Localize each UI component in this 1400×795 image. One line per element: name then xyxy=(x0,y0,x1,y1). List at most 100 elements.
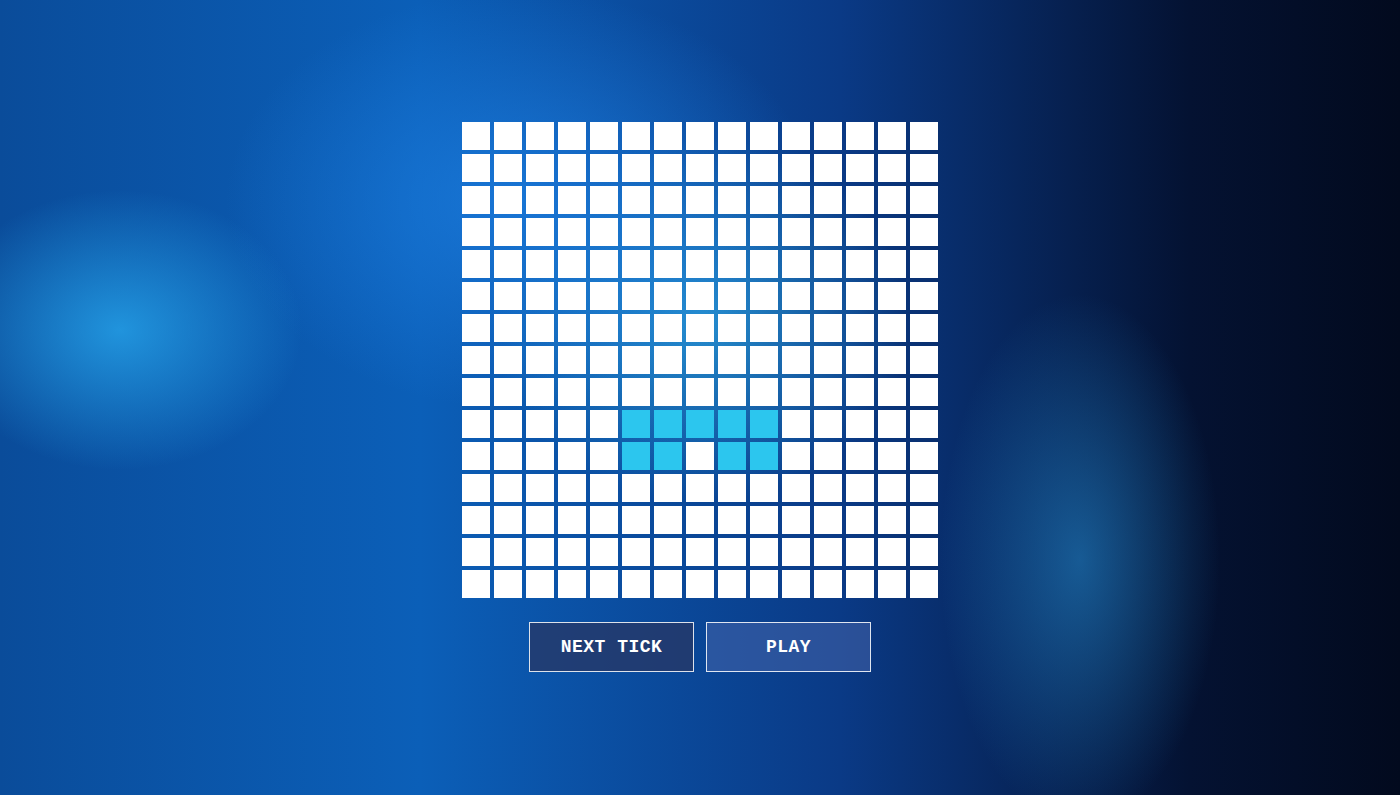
board-cell[interactable] xyxy=(846,122,874,150)
board-cell[interactable] xyxy=(910,346,938,374)
board-cell[interactable] xyxy=(462,346,490,374)
board-cell[interactable] xyxy=(622,282,650,310)
board-cell[interactable] xyxy=(846,186,874,214)
board-cell[interactable] xyxy=(782,570,810,598)
board-cell[interactable] xyxy=(782,506,810,534)
board-cell[interactable] xyxy=(718,378,746,406)
board-cell[interactable] xyxy=(814,314,842,342)
board-cell[interactable] xyxy=(686,474,714,502)
board-cell[interactable] xyxy=(814,506,842,534)
board-cell[interactable] xyxy=(590,474,618,502)
board-cell[interactable] xyxy=(526,378,554,406)
board-cell[interactable] xyxy=(814,474,842,502)
board-cell[interactable] xyxy=(590,538,618,566)
board-cell[interactable] xyxy=(846,506,874,534)
board-cell[interactable] xyxy=(494,186,522,214)
board-cell[interactable] xyxy=(558,378,586,406)
board-cell[interactable] xyxy=(558,570,586,598)
board-cell[interactable] xyxy=(686,346,714,374)
board-cell[interactable] xyxy=(878,250,906,278)
board-cell[interactable] xyxy=(494,410,522,438)
board-cell[interactable] xyxy=(686,538,714,566)
board-cell[interactable] xyxy=(878,186,906,214)
board-cell[interactable] xyxy=(750,218,778,246)
board-cell[interactable] xyxy=(526,538,554,566)
board-cell[interactable] xyxy=(494,122,522,150)
board-cell[interactable] xyxy=(750,410,778,438)
board-cell[interactable] xyxy=(878,410,906,438)
board-cell[interactable] xyxy=(654,154,682,182)
board-cell[interactable] xyxy=(782,250,810,278)
board-cell[interactable] xyxy=(462,410,490,438)
board-cell[interactable] xyxy=(910,442,938,470)
board-cell[interactable] xyxy=(558,346,586,374)
board-cell[interactable] xyxy=(686,410,714,438)
board-cell[interactable] xyxy=(622,378,650,406)
board-cell[interactable] xyxy=(590,250,618,278)
board-cell[interactable] xyxy=(526,570,554,598)
board-cell[interactable] xyxy=(494,538,522,566)
board-cell[interactable] xyxy=(654,186,682,214)
board-cell[interactable] xyxy=(910,250,938,278)
board-cell[interactable] xyxy=(846,346,874,374)
board-cell[interactable] xyxy=(590,506,618,534)
board-cell[interactable] xyxy=(846,474,874,502)
board-cell[interactable] xyxy=(846,218,874,246)
board-cell[interactable] xyxy=(558,154,586,182)
board-cell[interactable] xyxy=(558,218,586,246)
board-cell[interactable] xyxy=(718,314,746,342)
board-cell[interactable] xyxy=(910,154,938,182)
board-cell[interactable] xyxy=(814,250,842,278)
board-cell[interactable] xyxy=(558,442,586,470)
board-cell[interactable] xyxy=(590,154,618,182)
board-cell[interactable] xyxy=(814,346,842,374)
board-cell[interactable] xyxy=(782,474,810,502)
board-cell[interactable] xyxy=(718,154,746,182)
board-cell[interactable] xyxy=(558,250,586,278)
board-cell[interactable] xyxy=(878,506,906,534)
board-cell[interactable] xyxy=(462,250,490,278)
board-cell[interactable] xyxy=(814,378,842,406)
board-cell[interactable] xyxy=(750,378,778,406)
board-cell[interactable] xyxy=(782,186,810,214)
board-cell[interactable] xyxy=(686,282,714,310)
board-cell[interactable] xyxy=(494,570,522,598)
board-cell[interactable] xyxy=(462,314,490,342)
board-cell[interactable] xyxy=(558,186,586,214)
board-cell[interactable] xyxy=(750,474,778,502)
board-cell[interactable] xyxy=(622,250,650,278)
board-cell[interactable] xyxy=(814,154,842,182)
board-cell[interactable] xyxy=(782,218,810,246)
board-cell[interactable] xyxy=(462,186,490,214)
board-cell[interactable] xyxy=(526,410,554,438)
board-cell[interactable] xyxy=(462,474,490,502)
board-cell[interactable] xyxy=(846,250,874,278)
board-cell[interactable] xyxy=(750,154,778,182)
board-cell[interactable] xyxy=(622,218,650,246)
board-cell[interactable] xyxy=(814,218,842,246)
board-cell[interactable] xyxy=(718,282,746,310)
board-cell[interactable] xyxy=(622,474,650,502)
board-cell[interactable] xyxy=(782,346,810,374)
board-cell[interactable] xyxy=(654,314,682,342)
board-cell[interactable] xyxy=(910,282,938,310)
board-cell[interactable] xyxy=(590,378,618,406)
board-cell[interactable] xyxy=(526,154,554,182)
board-cell[interactable] xyxy=(782,410,810,438)
board-cell[interactable] xyxy=(494,250,522,278)
board-cell[interactable] xyxy=(718,218,746,246)
board-cell[interactable] xyxy=(462,122,490,150)
board-cell[interactable] xyxy=(782,378,810,406)
board-cell[interactable] xyxy=(750,442,778,470)
board-cell[interactable] xyxy=(878,314,906,342)
board-cell[interactable] xyxy=(654,506,682,534)
board-cell[interactable] xyxy=(750,282,778,310)
board-cell[interactable] xyxy=(494,506,522,534)
board-cell[interactable] xyxy=(654,378,682,406)
board-cell[interactable] xyxy=(782,314,810,342)
board-cell[interactable] xyxy=(526,250,554,278)
board-cell[interactable] xyxy=(462,538,490,566)
board-cell[interactable] xyxy=(686,570,714,598)
board-cell[interactable] xyxy=(526,346,554,374)
board-cell[interactable] xyxy=(878,346,906,374)
